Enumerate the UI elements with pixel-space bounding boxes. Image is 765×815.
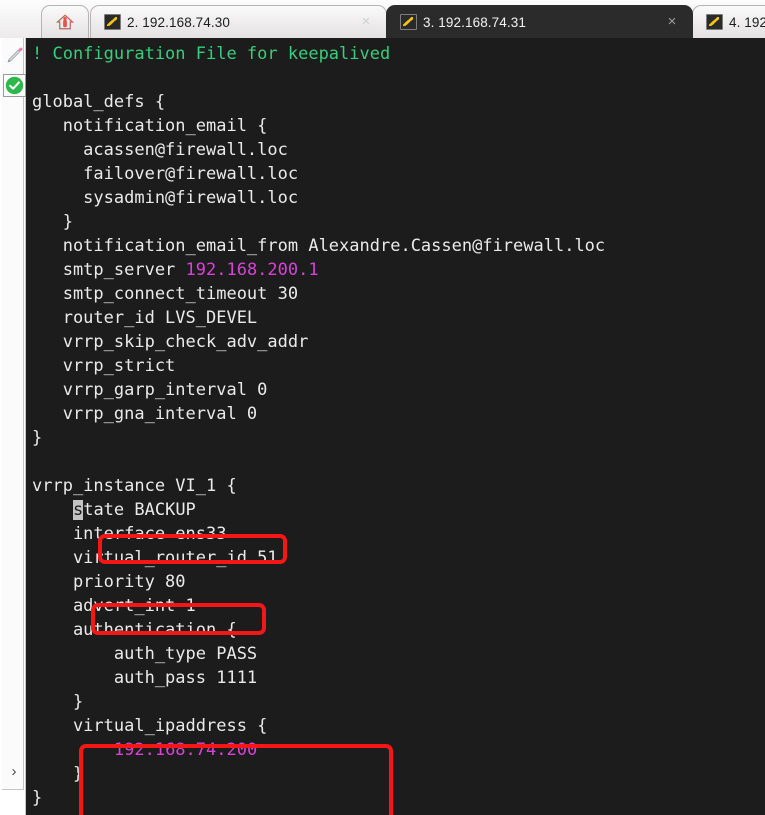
code-span: 192.168.74.200 [113, 740, 258, 760]
code-span: acassen@firewall.loc [32, 140, 288, 160]
code-line: ! Configuration File for keepalived [32, 42, 765, 66]
code-span: tate BACKUP [83, 500, 196, 520]
code-span: router_id LVS_DEVEL [32, 308, 258, 328]
code-line: priority 80 [32, 570, 765, 594]
tab-label: 2. 192.168.74.30 [127, 14, 230, 30]
code-line: vrrp_skip_check_adv_addr [32, 330, 765, 354]
code-span: } [32, 212, 73, 232]
code-line: acassen@firewall.loc [32, 138, 765, 162]
code-span: interface ens33 [32, 524, 227, 544]
code-span: ! Configuration File for keepalived [32, 44, 391, 64]
code-span: sysadmin@firewall.loc [32, 188, 299, 208]
code-line: vrrp_instance VI_1 { [32, 474, 765, 498]
code-span: vrrp_strict [32, 356, 176, 376]
pen-icon[interactable] [5, 46, 24, 65]
code-span: priority 80 [32, 572, 186, 592]
code-span: auth_pass 1111 [32, 668, 258, 688]
code-line: auth_type PASS [32, 642, 765, 666]
code-span: } [32, 788, 43, 808]
code-span: advert_int 1 [32, 596, 196, 616]
code-span: smtp_connect_timeout 30 [32, 284, 299, 304]
code-span: failover@firewall.loc [32, 164, 299, 184]
code-span: 192.168.200.1 [185, 260, 319, 280]
tab-label: 3. 192.168.74.31 [423, 14, 526, 30]
sidebar-expand-button[interactable]: › [2, 758, 26, 784]
code-span: } [32, 428, 43, 448]
tab-bar: 2. 192.168.74.30 × 3. 192.168.74.31 × 4.… [0, 0, 765, 39]
terminal-icon [400, 14, 417, 30]
terminal-pane[interactable]: ! Configuration File for keepalived glob… [26, 38, 765, 815]
code-span: authentication { [32, 620, 237, 640]
code-line: } [32, 210, 765, 234]
code-span: smtp_server [32, 260, 186, 280]
code-line: notification_email_from Alexandre.Cassen… [32, 234, 765, 258]
code-span: virtual_router_id 51 [32, 548, 278, 568]
code-line: vrrp_gna_interval 0 [32, 402, 765, 426]
code-span [32, 500, 73, 520]
code-line: global_defs { [32, 90, 765, 114]
tab-192-168-74-31[interactable]: 3. 192.168.74.31 × [386, 5, 693, 38]
text-cursor: s [72, 500, 84, 520]
home-icon [56, 14, 74, 30]
terminal-window: 2. 192.168.74.30 × 3. 192.168.74.31 × 4.… [0, 0, 765, 815]
tab-home[interactable] [41, 5, 89, 38]
green-check-icon[interactable] [3, 74, 26, 97]
config-file-content: ! Configuration File for keepalived glob… [32, 42, 765, 810]
code-line: } [32, 690, 765, 714]
code-line: interface ens33 [32, 522, 765, 546]
code-line: smtp_server 192.168.200.1 [32, 258, 765, 282]
code-line: router_id LVS_DEVEL [32, 306, 765, 330]
code-line: virtual_router_id 51 [32, 546, 765, 570]
tab-close-icon[interactable]: × [665, 14, 679, 29]
code-span: notification_email_from Alexandre.Cassen… [32, 236, 606, 256]
tab-close-icon[interactable]: × [359, 14, 373, 29]
code-span: auth_type PASS [32, 644, 258, 664]
code-span: vrrp_garp_interval 0 [32, 380, 268, 400]
code-line: authentication { [32, 618, 765, 642]
code-span: vrrp_instance VI_1 { [32, 476, 237, 496]
code-line: notification_email { [32, 114, 765, 138]
code-span: vrrp_skip_check_adv_addr [32, 332, 309, 352]
code-line: smtp_connect_timeout 30 [32, 282, 765, 306]
code-span: global_defs { [32, 92, 166, 112]
code-line: } [32, 426, 765, 450]
tab-192-168-74-30[interactable]: 2. 192.168.74.30 × [90, 5, 387, 38]
code-line: vrrp_strict [32, 354, 765, 378]
code-line: virtual_ipaddress { [32, 714, 765, 738]
tab-label: 4. 192.1 [729, 14, 765, 30]
code-span: } [32, 692, 84, 712]
code-span: notification_email { [32, 116, 268, 136]
tab-192-168-74-4x[interactable]: 4. 192.1 [692, 5, 765, 38]
code-line: 192.168.74.200 [32, 738, 765, 762]
terminal-icon [104, 14, 121, 30]
sidebar-rail: › [2, 38, 26, 790]
code-line: state BACKUP [32, 498, 765, 522]
code-span: virtual_ipaddress { [32, 716, 268, 736]
code-span: } [32, 764, 84, 784]
code-line: failover@firewall.loc [32, 162, 765, 186]
code-span [32, 740, 114, 760]
code-line: sysadmin@firewall.loc [32, 186, 765, 210]
terminal-icon [706, 14, 723, 30]
code-line: vrrp_garp_interval 0 [32, 378, 765, 402]
code-line: } [32, 786, 765, 810]
code-line: } [32, 762, 765, 786]
code-span: vrrp_gna_interval 0 [32, 404, 258, 424]
code-line: auth_pass 1111 [32, 666, 765, 690]
code-line: advert_int 1 [32, 594, 765, 618]
left-sidebar: › [0, 38, 26, 815]
